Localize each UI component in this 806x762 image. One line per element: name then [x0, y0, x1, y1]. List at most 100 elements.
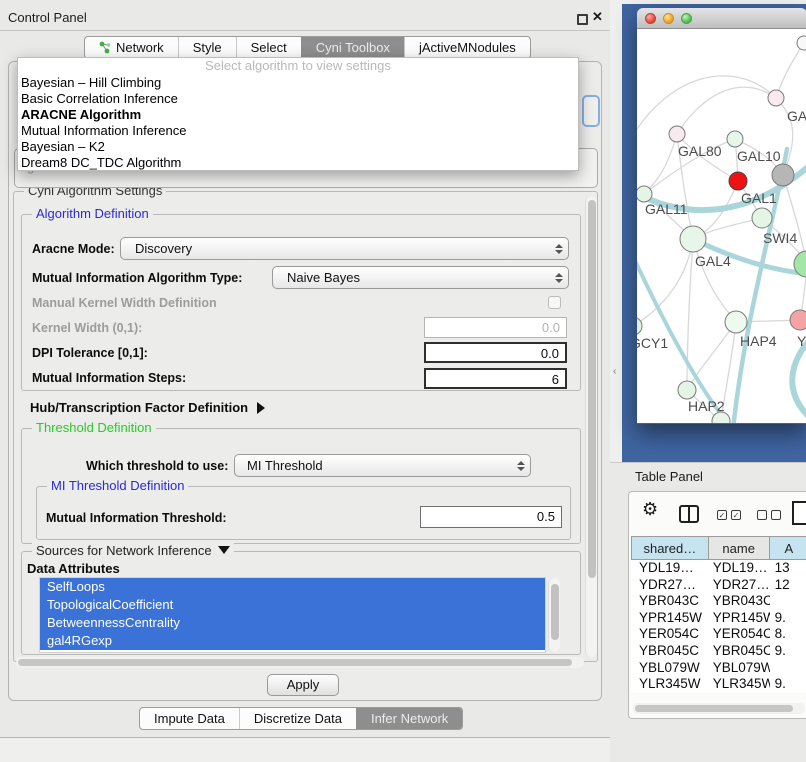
dropdown-item[interactable]: Mutual Information Inference: [18, 123, 578, 139]
network-node[interactable]: [772, 164, 794, 186]
table-row[interactable]: YER054CYER054C8.: [631, 626, 806, 643]
dropdown-item[interactable]: Basic Correlation Inference: [18, 91, 578, 107]
minimize-traffic-light-icon[interactable]: [663, 13, 674, 24]
tab-label: Impute Data: [154, 708, 225, 729]
hub-definition-toggle[interactable]: Hub/Transcription Factor Definition: [30, 400, 265, 415]
table-panel-section: Table Panel ⚙ ✓✓ shared… name A: [610, 462, 806, 762]
dropdown-item[interactable]: ARACNE Algorithm: [18, 107, 578, 123]
zoom-traffic-light-icon[interactable]: [681, 13, 692, 24]
mi-steps-field[interactable]: 6: [424, 368, 567, 389]
dpi-tolerance-label: DPI Tolerance [0,1]:: [32, 346, 148, 360]
scrollbar-thumb[interactable]: [635, 705, 793, 712]
column-header-next[interactable]: A: [770, 536, 806, 560]
network-node[interactable]: [727, 131, 743, 147]
dropdown-item[interactable]: Dream8 DC_TDC Algorithm: [18, 155, 578, 171]
network-node[interactable]: [637, 317, 642, 335]
tab-discretize-data[interactable]: Discretize Data: [239, 708, 356, 729]
panel-divider-handle[interactable]: ‹: [613, 366, 616, 377]
table-row[interactable]: YPR145WYPR145W9.: [631, 610, 806, 627]
which-threshold-value: MI Threshold: [235, 458, 512, 473]
manual-kernel-checkbox[interactable]: [548, 296, 561, 309]
tab-network[interactable]: Network: [85, 37, 178, 58]
column-header-name[interactable]: name: [709, 536, 770, 560]
network-node[interactable]: [669, 126, 685, 142]
attribute-list-item[interactable]: TopologicalCoefficient: [40, 596, 545, 614]
kernel-width-label: Kernel Width (0,1):: [32, 321, 142, 335]
tab-label: Network: [116, 37, 164, 58]
close-traffic-light-icon[interactable]: [645, 13, 656, 24]
network-edges-thick: [637, 149, 806, 423]
sources-group-toggle[interactable]: Sources for Network Inference: [32, 543, 234, 558]
attribute-list-item[interactable]: SelfLoops: [40, 578, 545, 596]
tab-jactivemnodules[interactable]: jActiveMNodules: [404, 37, 530, 58]
network-view-window[interactable]: GALGAL80GAL10GAL1GAL11GAL4SWI4HAP4YGCY1H…: [637, 8, 806, 424]
dropdown-item[interactable]: Bayesian – Hill Climbing: [18, 75, 578, 91]
settings-vertical-scrollbar[interactable]: [585, 196, 597, 657]
network-node[interactable]: [725, 311, 747, 333]
node-table: shared… name A YDL19…YDL19…13YDR27…YDR27…: [631, 536, 806, 693]
mi-threshold-field[interactable]: 0.5: [420, 506, 562, 528]
table-row[interactable]: YLR345WYLR345W9.: [631, 676, 806, 693]
network-node[interactable]: [729, 172, 747, 190]
checked-pair-icon[interactable]: ✓✓: [717, 510, 741, 520]
bottom-tabbar: Impute Data Discretize Data Infer Networ…: [139, 707, 463, 730]
network-node[interactable]: [752, 208, 772, 228]
settings-horizontal-scrollbar[interactable]: [16, 657, 584, 668]
table-row[interactable]: YBR043CYBR043C: [631, 593, 806, 610]
column-header-shared[interactable]: shared…: [631, 536, 709, 560]
table-horizontal-scrollbar[interactable]: [633, 703, 805, 714]
tab-cyni-toolbox[interactable]: Cyni Toolbox: [301, 37, 404, 58]
right-area: ‹: [610, 0, 806, 762]
mi-type-select[interactable]: Naive Bayes: [272, 266, 569, 289]
network-node[interactable]: [637, 186, 652, 202]
page-icon[interactable]: [792, 501, 806, 525]
table-row[interactable]: YBL079WYBL079W: [631, 660, 806, 677]
kernel-width-field[interactable]: 0.0: [424, 317, 567, 338]
unchecked-pair-icon[interactable]: [757, 510, 781, 520]
tab-impute-data[interactable]: Impute Data: [140, 708, 239, 729]
network-node[interactable]: [678, 381, 696, 399]
dropdown-item[interactable]: Bayesian – K2: [18, 139, 578, 155]
gear-icon[interactable]: ⚙: [642, 499, 658, 520]
network-node[interactable]: [680, 226, 706, 252]
close-icon[interactable]: ✕: [592, 9, 603, 25]
panel-title: Control Panel: [8, 10, 87, 25]
network-node-label: SWI4: [763, 230, 797, 246]
network-canvas[interactable]: GALGAL80GAL10GAL1GAL11GAL4SWI4HAP4YGCY1H…: [637, 29, 806, 423]
tab-select[interactable]: Select: [236, 37, 301, 58]
table-cell: YER054C: [631, 626, 709, 643]
tab-label: Style: [193, 37, 222, 58]
tab-style[interactable]: Style: [178, 37, 236, 58]
which-threshold-select[interactable]: MI Threshold: [234, 454, 531, 477]
network-node[interactable]: [768, 90, 784, 106]
float-window-icon[interactable]: [577, 14, 588, 25]
attribute-list-item[interactable]: gal4RGexp: [40, 632, 545, 650]
scrollbar-thumb[interactable]: [551, 584, 559, 640]
data-attributes-list[interactable]: SelfLoopsTopologicalCoefficientBetweenne…: [39, 577, 546, 653]
dpi-tolerance-field[interactable]: 0.0: [424, 342, 567, 363]
network-nodes: GALGAL80GAL10GAL1GAL11GAL4SWI4HAP4YGCY1H…: [637, 36, 806, 423]
aracne-mode-label: Aracne Mode:: [32, 242, 115, 256]
list-vertical-scrollbar[interactable]: [548, 578, 560, 652]
scrollbar-thumb[interactable]: [18, 659, 572, 666]
algorithm-combo-fragment[interactable]: [582, 95, 600, 127]
network-node-label: GAL80: [678, 143, 722, 159]
scrollbar-thumb[interactable]: [588, 200, 596, 578]
aracne-mode-select[interactable]: Discovery: [120, 237, 569, 260]
tab-infer-network[interactable]: Infer Network: [356, 708, 462, 729]
table-cell: YLR345W: [631, 676, 709, 693]
table-row[interactable]: YBR045CYBR045C9.: [631, 643, 806, 660]
attribute-list-item[interactable]: BetweennessCentrality: [40, 614, 545, 632]
network-node[interactable]: [790, 310, 806, 330]
network-node[interactable]: [797, 36, 806, 50]
table-row[interactable]: YDR27…YDR27…12: [631, 577, 806, 594]
algorithm-dropdown-popup: Select algorithm to view settings Bayesi…: [17, 57, 579, 171]
network-node-label: GAL1: [741, 190, 777, 206]
table-row[interactable]: YDL19…YDL19…13: [631, 560, 806, 577]
spinner-arrows-icon: [512, 461, 530, 471]
columns-icon[interactable]: [679, 505, 699, 523]
table-cell: 8.: [770, 626, 806, 643]
table-cell: YPR145W: [631, 610, 709, 627]
apply-button[interactable]: Apply: [267, 674, 339, 696]
network-window-titlebar[interactable]: [637, 8, 806, 29]
